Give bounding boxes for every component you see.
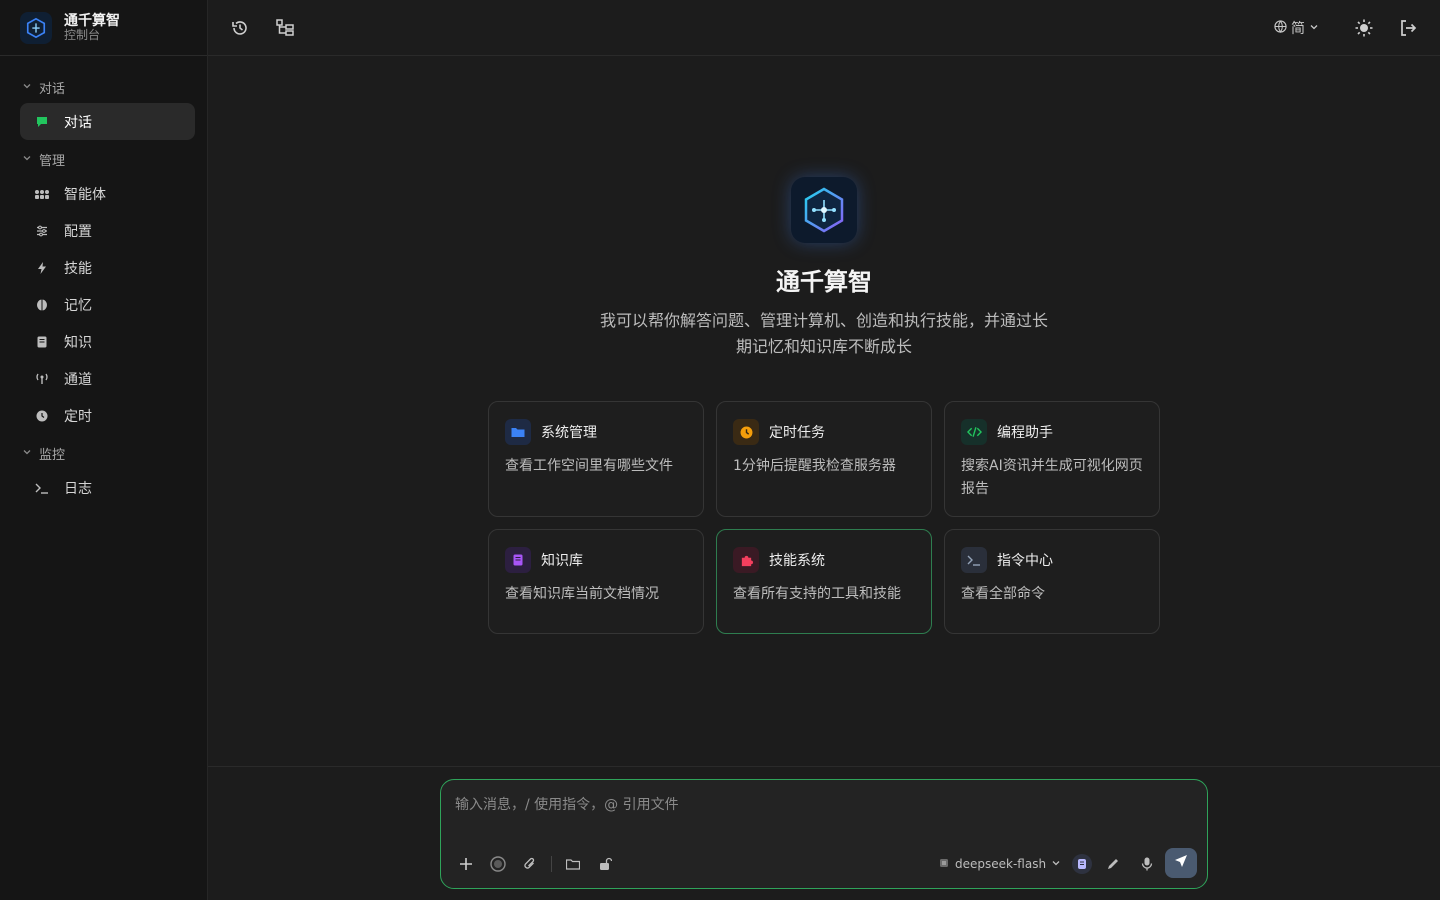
hero-description: 我可以帮你解答问题、管理计算机、创造和执行技能，并通过长期记忆和知识库不断成长 bbox=[599, 311, 1048, 356]
terminal-icon bbox=[34, 482, 50, 494]
sidebar-item-channels[interactable]: 通道 bbox=[20, 360, 195, 397]
bolt-icon bbox=[34, 261, 50, 274]
nav-group-label: 管理 bbox=[39, 153, 66, 169]
model-selector[interactable]: deepseek-flash bbox=[938, 854, 1061, 874]
add-icon[interactable] bbox=[455, 853, 477, 875]
sidebar-item-logs[interactable]: 日志 bbox=[20, 469, 195, 506]
card-title: 编程助手 bbox=[997, 425, 1053, 441]
sidebar-item-label: 技能 bbox=[64, 260, 92, 277]
card-description: 查看知识库当前文档情况 bbox=[505, 586, 659, 602]
card-title: 定时任务 bbox=[769, 425, 825, 441]
sidebar-item-config[interactable]: 配置 bbox=[20, 212, 195, 249]
suggestion-card-skills[interactable]: 技能系统 查看所有支持的工具和技能 bbox=[716, 529, 932, 634]
card-description: 1分钟后提醒我检查服务器 bbox=[733, 458, 896, 474]
message-input[interactable] bbox=[455, 794, 1190, 834]
card-description: 查看所有支持的工具和技能 bbox=[733, 586, 901, 602]
agents-icon bbox=[34, 188, 50, 200]
sidebar-item-agents[interactable]: 智能体 bbox=[20, 175, 195, 212]
sidebar-nav: 对话 对话 管理 智能体 配置 技能 记忆 知识 通道 定时 监控 日志 bbox=[0, 56, 207, 506]
clock-icon bbox=[34, 410, 50, 422]
sidebar-item-label: 知识 bbox=[64, 334, 92, 351]
sidebar-item-label: 通道 bbox=[64, 371, 92, 388]
sidebar-item-skills[interactable]: 技能 bbox=[20, 249, 195, 286]
hero-title: 通千算智 bbox=[776, 268, 872, 296]
unlock-icon[interactable] bbox=[594, 853, 616, 875]
logout-icon[interactable] bbox=[1396, 16, 1420, 40]
chevron-down-icon bbox=[22, 81, 34, 94]
hero-logo-icon bbox=[791, 177, 857, 243]
folder-icon[interactable] bbox=[562, 853, 584, 875]
sidebar-item-label: 记忆 bbox=[64, 297, 92, 314]
attachment-icon[interactable] bbox=[519, 853, 541, 875]
card-description: 搜索AI资讯并生成可视化网页报告 bbox=[961, 458, 1143, 497]
language-label: 简 bbox=[1291, 21, 1305, 37]
microphone-icon[interactable] bbox=[1136, 853, 1158, 875]
sidebar-item-knowledge[interactable]: 知识 bbox=[20, 323, 195, 360]
chat-icon bbox=[34, 115, 50, 129]
suggestion-card-schedule[interactable]: 定时任务 1分钟后提醒我检查服务器 bbox=[716, 401, 932, 517]
sidebar-item-label: 对话 bbox=[64, 114, 92, 131]
pencil-icon[interactable] bbox=[1102, 853, 1124, 875]
clock-icon bbox=[733, 419, 759, 445]
model-name: deepseek-flash bbox=[955, 857, 1047, 871]
chevron-down-icon bbox=[22, 153, 34, 166]
book-icon bbox=[505, 547, 531, 573]
sidebar-item-label: 配置 bbox=[64, 223, 92, 240]
tree-view-icon[interactable] bbox=[273, 16, 297, 40]
suggestion-card-knowledge[interactable]: 知识库 查看知识库当前文档情况 bbox=[488, 529, 704, 634]
chevron-down-icon bbox=[1309, 20, 1319, 36]
nav-group-label: 监控 bbox=[39, 447, 66, 463]
topbar: 简 bbox=[208, 0, 1440, 56]
theme-toggle-sun-icon[interactable] bbox=[1352, 16, 1376, 40]
sliders-icon bbox=[34, 225, 50, 237]
chip-icon bbox=[938, 857, 950, 872]
sidebar-item-memory[interactable]: 记忆 bbox=[20, 286, 195, 323]
book-icon bbox=[34, 336, 50, 348]
globe-icon bbox=[1274, 19, 1287, 37]
sidebar-item-label: 智能体 bbox=[64, 186, 106, 203]
card-title: 系统管理 bbox=[541, 425, 597, 441]
card-title: 指令中心 bbox=[997, 553, 1053, 569]
sidebar: 通千算智 控制台 对话 对话 管理 智能体 配置 技能 记忆 知识 通道 定时 … bbox=[0, 0, 208, 900]
nav-group-label: 对话 bbox=[39, 81, 66, 97]
record-icon[interactable] bbox=[487, 853, 509, 875]
brand-title: 通千算智 bbox=[64, 12, 120, 29]
sidebar-item-chat[interactable]: 对话 bbox=[20, 103, 195, 140]
welcome-panel: 通千算智 我可以帮你解答问题、管理计算机、创造和执行技能，并通过长期记忆和知识库… bbox=[208, 56, 1440, 766]
card-title: 技能系统 bbox=[769, 553, 825, 569]
suggestion-card-commands[interactable]: 指令中心 查看全部命令 bbox=[944, 529, 1160, 634]
chevron-down-icon bbox=[1051, 857, 1061, 871]
brand-subtitle: 控制台 bbox=[64, 27, 101, 42]
message-composer: deepseek-flash bbox=[440, 779, 1208, 889]
language-switcher[interactable]: 简 bbox=[1274, 18, 1319, 38]
send-button[interactable] bbox=[1165, 848, 1197, 878]
card-description: 查看全部命令 bbox=[961, 586, 1045, 602]
sidebar-item-schedule[interactable]: 定时 bbox=[20, 397, 195, 434]
brain-icon bbox=[34, 299, 50, 311]
composer-area: deepseek-flash bbox=[208, 766, 1440, 900]
app-logo-icon bbox=[20, 11, 52, 44]
nav-group-monitor[interactable]: 监控 bbox=[0, 442, 207, 464]
history-icon[interactable] bbox=[228, 16, 252, 40]
sidebar-item-label: 日志 bbox=[64, 480, 92, 497]
brand[interactable]: 通千算智 控制台 bbox=[0, 0, 207, 56]
chevron-down-icon bbox=[22, 447, 34, 460]
suggestion-card-coding[interactable]: 编程助手 搜索AI资讯并生成可视化网页报告 bbox=[944, 401, 1160, 517]
toolbar-divider bbox=[551, 856, 552, 872]
code-icon bbox=[961, 419, 987, 445]
nav-group-chat[interactable]: 对话 bbox=[0, 76, 207, 98]
send-icon bbox=[1174, 854, 1188, 872]
antenna-icon bbox=[34, 373, 50, 385]
nav-group-manage[interactable]: 管理 bbox=[0, 148, 207, 170]
agent-avatar-icon[interactable] bbox=[1072, 854, 1092, 874]
folder-icon bbox=[505, 419, 531, 445]
sidebar-item-label: 定时 bbox=[64, 408, 92, 425]
card-title: 知识库 bbox=[541, 553, 583, 569]
suggestion-card-system[interactable]: 系统管理 查看工作空间里有哪些文件 bbox=[488, 401, 704, 517]
puzzle-icon bbox=[733, 547, 759, 573]
terminal-icon bbox=[961, 547, 987, 573]
card-description: 查看工作空间里有哪些文件 bbox=[505, 458, 673, 474]
